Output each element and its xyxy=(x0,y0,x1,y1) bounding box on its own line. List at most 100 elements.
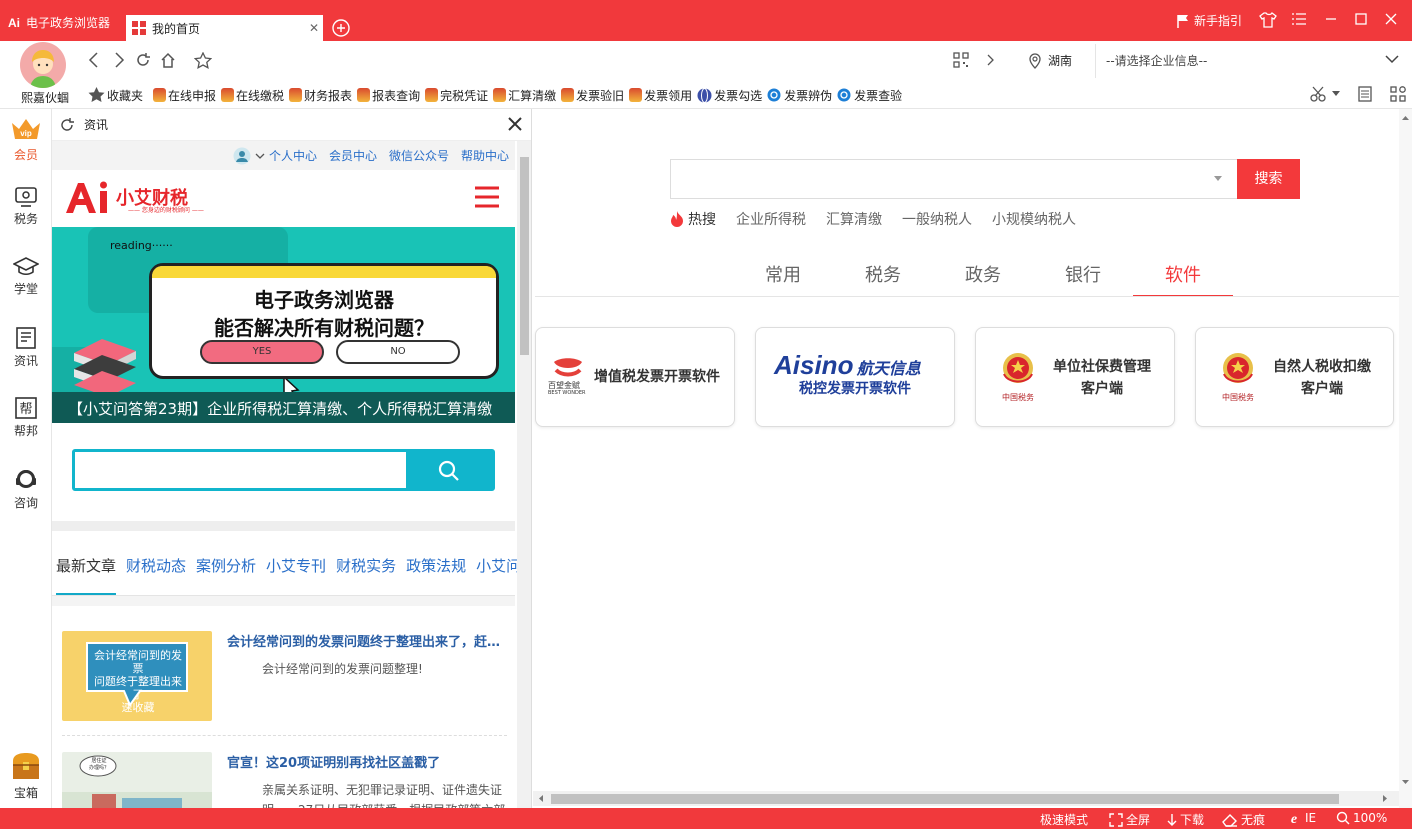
panel-search-button[interactable] xyxy=(406,452,492,488)
hot-search-item[interactable]: 小规模纳税人 xyxy=(992,209,1076,229)
scrollbar-thumb[interactable] xyxy=(520,157,529,355)
guide-button[interactable]: 新手指引 xyxy=(1176,12,1242,29)
hot-search-item[interactable]: 汇算清缴 xyxy=(826,209,882,229)
thumb-line: 居住证 xyxy=(91,758,107,764)
back-icon[interactable] xyxy=(88,52,100,68)
main-horizontal-scrollbar[interactable] xyxy=(533,791,1399,806)
region-label: 湖南 xyxy=(1048,54,1073,68)
tab-home[interactable]: 我的首页 ✕ xyxy=(126,15,323,41)
bookmark-financial-report[interactable]: 财务报表 xyxy=(289,87,352,104)
tab-case-analysis[interactable]: 案例分析 xyxy=(196,555,256,595)
bookmark-invoice-inspect[interactable]: 发票查验 xyxy=(837,87,902,104)
bookmark-report-query[interactable]: 报表查询 xyxy=(357,87,420,104)
help-center-link[interactable]: 帮助中心 xyxy=(461,147,509,164)
fullscreen-button[interactable]: 全屏 xyxy=(1109,811,1150,828)
software-card-social-security[interactable]: 中国税务 单位社保费管理 客户端 xyxy=(975,327,1175,427)
apps-grid-icon[interactable] xyxy=(1390,86,1406,102)
speed-mode-button[interactable]: 极速模式 xyxy=(1040,811,1088,828)
new-tab-icon[interactable] xyxy=(332,19,350,37)
search-dropdown-caret-icon[interactable] xyxy=(1214,176,1222,181)
incognito-button[interactable]: 无痕 xyxy=(1222,811,1265,828)
tab-tax-practice[interactable]: 财税实务 xyxy=(336,555,396,595)
article-title[interactable]: 官宣！这20项证明别再找社区盖戳了 xyxy=(227,752,509,771)
bookmark-invoice-verify[interactable]: 发票辨伪 xyxy=(767,87,832,104)
tab-latest[interactable]: 最新文章 xyxy=(56,555,117,595)
menu-list-icon[interactable] xyxy=(1291,11,1307,27)
panel-scrollbar[interactable] xyxy=(517,141,531,809)
scissors-icon[interactable] xyxy=(1310,86,1340,102)
sidebar-item-consult[interactable]: 咨询 xyxy=(0,467,52,511)
wechat-link[interactable]: 微信公众号 xyxy=(389,147,449,164)
refresh-icon[interactable] xyxy=(135,52,151,68)
maximize-icon[interactable] xyxy=(1355,11,1367,27)
main-search-button[interactable]: 搜索 xyxy=(1237,159,1300,199)
tab-special-issue[interactable]: 小艾专刊 xyxy=(266,555,326,595)
software-card-tax-control[interactable]: Aisino 航天信息 税控发票开票软件 xyxy=(755,327,955,427)
banner-caption[interactable]: 【小艾问答第23期】企业所得税汇算清缴、个人所得税汇算清缴 xyxy=(52,392,515,423)
personal-center-link[interactable]: 个人中心 xyxy=(233,147,317,165)
skin-shirt-icon[interactable] xyxy=(1259,11,1277,29)
close-icon[interactable] xyxy=(507,116,523,132)
thumb-line: 速收藏 xyxy=(121,701,155,714)
brand-logo[interactable]: 小艾财税 —— 您身边的财税顾问 —— xyxy=(64,179,204,215)
bookmark-invoice-select[interactable]: 发票勾选 xyxy=(697,87,762,104)
scrollbar-thumb[interactable] xyxy=(551,794,1339,804)
username[interactable]: 熙嘉伙蝈 xyxy=(21,89,69,106)
sidebar-item-school[interactable]: 学堂 xyxy=(0,257,52,297)
software-label: 增值税发票开票软件 xyxy=(594,369,720,385)
software-card-individual-tax[interactable]: 中国税务 自然人税收扣缴 客户端 xyxy=(1195,327,1394,427)
sidebar-item-vip[interactable]: vip 会员 xyxy=(0,117,52,163)
scroll-left-icon[interactable] xyxy=(535,791,547,806)
tab-common[interactable]: 常用 xyxy=(733,260,833,297)
bookmark-invoice-receive[interactable]: 发票领用 xyxy=(629,87,692,104)
calculator-icon[interactable] xyxy=(1358,86,1372,102)
tab-tax-news[interactable]: 财税动态 xyxy=(126,555,186,595)
zoom-button[interactable]: 100% xyxy=(1336,811,1387,825)
tab-government[interactable]: 政务 xyxy=(933,260,1033,297)
forward-icon[interactable] xyxy=(113,52,125,68)
minimize-icon[interactable] xyxy=(1325,11,1337,27)
tab-bank[interactable]: 银行 xyxy=(1033,260,1133,297)
refresh-icon[interactable] xyxy=(60,117,74,132)
qr-code-icon[interactable] xyxy=(953,52,969,68)
article-title[interactable]: 会计经常问到的发票问题终于整理出来了，赶紧收藏 xyxy=(227,631,509,650)
avatar[interactable] xyxy=(20,42,66,88)
scroll-down-icon[interactable] xyxy=(1399,777,1412,787)
tab-software[interactable]: 软件 xyxy=(1133,260,1233,297)
scroll-right-icon[interactable] xyxy=(1379,791,1391,806)
close-window-icon[interactable] xyxy=(1385,11,1397,27)
sidebar-item-help[interactable]: 帮 帮邦 xyxy=(0,397,52,439)
article-banner[interactable]: reading······ 电子政务浏览器 能否解决所有财税问题？ YES NO… xyxy=(52,227,515,423)
company-select[interactable]: --请选择企业信息-- xyxy=(1095,44,1405,78)
download-button[interactable]: 下载 xyxy=(1167,811,1204,828)
software-card-vat-invoice[interactable]: 百望金赋 BEST WONDER 增值税发票开票软件 xyxy=(535,327,735,427)
main-search-input[interactable] xyxy=(670,159,1238,199)
hot-search-item[interactable]: 企业所得税 xyxy=(736,209,806,229)
hamburger-menu-icon[interactable] xyxy=(474,185,500,209)
chevron-right-icon[interactable] xyxy=(987,52,995,68)
favorite-star-icon[interactable] xyxy=(194,52,212,70)
region-selector[interactable]: 湖南 xyxy=(1028,52,1072,69)
tab-tax[interactable]: 税务 xyxy=(833,260,933,297)
bookmark-favorites[interactable]: 收藏夹 xyxy=(88,87,143,104)
chevron-down-icon xyxy=(1385,54,1399,64)
sidebar-item-treasure[interactable]: 宝箱 xyxy=(0,751,52,801)
member-center-link[interactable]: 会员中心 xyxy=(329,147,377,164)
tab-policy[interactable]: 政策法规 xyxy=(406,555,466,595)
tab-close-icon[interactable]: ✕ xyxy=(309,21,319,35)
svg-text:帮: 帮 xyxy=(19,402,32,417)
sidebar-item-tax[interactable]: 税务 xyxy=(0,187,52,227)
tax-icon xyxy=(15,187,37,207)
sidebar-item-news[interactable]: 资讯 xyxy=(0,327,52,369)
panel-search-input[interactable] xyxy=(75,452,409,488)
main-vertical-scrollbar[interactable] xyxy=(1399,109,1412,809)
bookmark-online-pay[interactable]: 在线缴税 xyxy=(221,87,284,104)
home-icon[interactable] xyxy=(160,52,176,68)
scroll-up-icon[interactable] xyxy=(1399,113,1412,123)
engine-ie-button[interactable]: e IE xyxy=(1286,811,1316,825)
bookmark-annual-settlement[interactable]: 汇算清缴 xyxy=(493,87,556,104)
bookmark-online-declare[interactable]: 在线申报 xyxy=(153,87,216,104)
hot-search-item[interactable]: 一般纳税人 xyxy=(902,209,972,229)
bookmark-invoice-check-old[interactable]: 发票验旧 xyxy=(561,87,624,104)
bookmark-tax-certificate[interactable]: 完税凭证 xyxy=(425,87,488,104)
